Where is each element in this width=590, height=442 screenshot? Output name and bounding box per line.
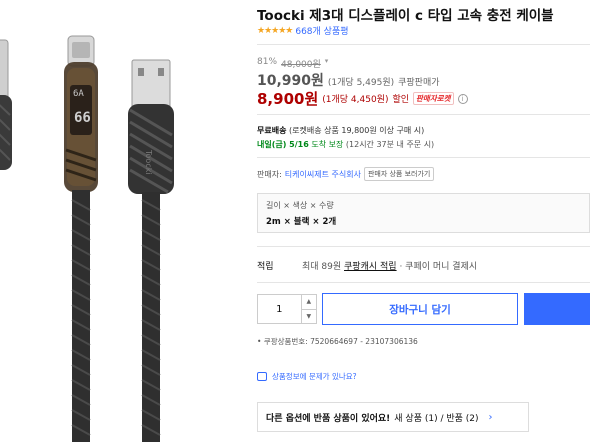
seller-name-link[interactable]: 티케이씨제트 주식회사 [285, 169, 361, 180]
arrival-row: 내일(금) 5/16 도착 보장 (12시간 37분 내 주문 시) [257, 139, 434, 150]
add-to-cart-button[interactable]: 장바구니 담기 [322, 293, 518, 325]
discount-label: 할인 [392, 95, 410, 105]
other-options-banner[interactable]: 다른 옵션에 반품 상품이 있어요! 새 상품 (1) / 반품 (2) › [257, 402, 529, 432]
display-number-text: 66 [74, 110, 91, 126]
info-icon[interactable]: ▾ [325, 57, 329, 70]
quantity-down-icon[interactable]: ▼ [301, 308, 316, 324]
rocket-delivery-badge: 판매자로켓 [413, 92, 454, 105]
coupang-price-row: 8,900원 (1개당 4,450원) 할인 판매자로켓 i [257, 88, 468, 109]
free-shipping-row: 무료배송 (로켓배송 상품 19,800원 이상 구매 시) [257, 125, 424, 136]
option-selector[interactable]: 길이 × 색상 × 수량 2m × 블랙 × 2개 [257, 193, 590, 233]
seller-label: 판매자: [257, 169, 282, 179]
reward-suffix: · 쿠페이 머니 결제시 [399, 262, 478, 272]
divider [257, 44, 590, 45]
reward-amount: 최대 89원 [302, 262, 342, 272]
reward-row: 적립 최대 89원 쿠팡캐시 적립 · 쿠페이 머니 결제시 [257, 259, 477, 272]
divider [257, 157, 590, 158]
usb-c-connector: 6A 66 [64, 35, 98, 192]
product-details: Toocki 제3대 디스플레이 c 타입 고속 충전 케이블 ★★★★★ 66… [257, 0, 590, 442]
display-amp-text: 6A [73, 89, 84, 99]
other-options-counts: 새 상품 (1) / 반품 (2) [394, 413, 479, 424]
option-header: 길이 × 색상 × 수량 [266, 201, 334, 210]
buy-now-button[interactable] [524, 293, 590, 325]
sale-unit-price: (1개당 5,495원) [327, 78, 395, 88]
secondary-cable-image [0, 39, 12, 170]
arrival-date: 내일(금) 5/16 [257, 140, 309, 149]
review-count-link[interactable]: 668개 상품평 [295, 24, 348, 37]
sale-price-row: 10,990원 (1개당 5,495원) 쿠팡판매가 [257, 70, 440, 90]
seller-type-label: 쿠팡판매가 [398, 78, 440, 88]
chevron-right-icon: › [488, 411, 493, 423]
product-number: • 쿠팡상품번호: 7520664697 - 23107306136 [257, 337, 418, 346]
reward-label: 적립 [257, 262, 274, 272]
divider [257, 282, 590, 283]
cable-brand-text: Toocki [144, 149, 153, 175]
coupang-price: 8,900원 [257, 90, 319, 108]
coupang-unit-price: (1개당 4,450원) [322, 95, 389, 105]
quantity-up-icon[interactable]: ▲ [302, 295, 316, 309]
original-price-row: 81% 48,000원 ▾ [257, 57, 328, 70]
free-shipping-detail: (로켓배송 상품 19,800원 이상 구매 시) [289, 126, 425, 135]
star-rating-icon: ★★★★★ [257, 25, 293, 36]
report-row[interactable]: 상품정보에 문제가 있나요? [257, 371, 357, 382]
rating-row[interactable]: ★★★★★ 668개 상품평 [257, 24, 349, 38]
product-image[interactable]: 6A 66 Toocki [0, 0, 245, 442]
arrival-guarantee: 도착 보장 [311, 140, 344, 149]
product-title: Toocki 제3대 디스플레이 c 타입 고속 충전 케이블 [257, 8, 554, 24]
usb-a-connector: Toocki [128, 59, 174, 194]
arrival-detail: (12시간 37분 내 주문 시) [345, 140, 435, 149]
option-value: 2m × 블랙 × 2개 [266, 217, 337, 227]
quantity-input[interactable]: 1 [258, 304, 301, 315]
info-circle-icon[interactable]: i [457, 93, 468, 104]
report-icon [257, 372, 267, 381]
other-options-title: 다른 옵션에 반품 상품이 있어요! [266, 413, 391, 424]
seller-row: 판매자: 티케이씨제트 주식회사 판매자 상품 보러가기 [257, 167, 435, 181]
divider [257, 114, 590, 115]
divider [257, 246, 590, 247]
coupang-cash-link[interactable]: 쿠팡캐시 적립 [344, 262, 397, 272]
report-link[interactable]: 상품정보에 문제가 있나요? [272, 371, 357, 382]
quantity-stepper[interactable]: 1 ▲ ▼ [257, 294, 317, 324]
braided-cable [71, 190, 161, 442]
sale-price: 10,990원 [257, 73, 324, 89]
original-price: 48,000원 [281, 60, 321, 70]
discount-rate: 81% [257, 57, 278, 67]
seller-products-button[interactable]: 판매자 상품 보러가기 [363, 167, 435, 181]
free-shipping-label: 무료배송 [257, 126, 287, 135]
